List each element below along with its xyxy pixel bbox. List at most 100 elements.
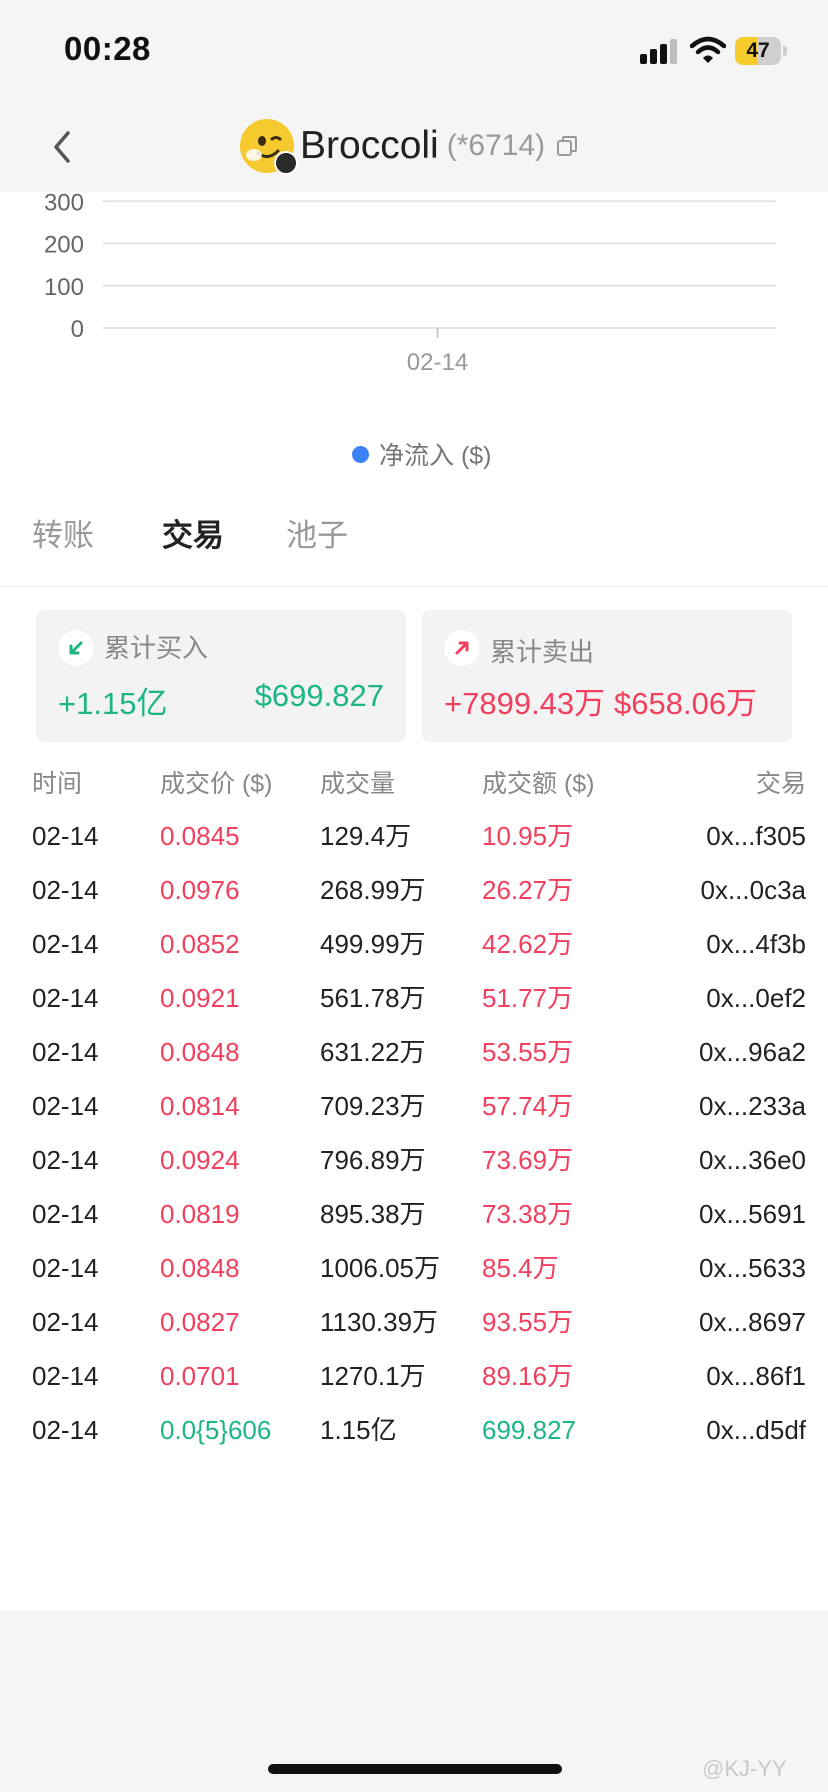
table-row[interactable]: 02-14 0.0976 268.99万 26.27万 0x...0c3a bbox=[0, 870, 828, 932]
net-inflow-chart: 400300200100002-14 bbox=[44, 192, 776, 376]
table-row[interactable]: 02-14 0.0819 895.38万 73.38万 0x...5691 bbox=[0, 1194, 828, 1256]
trade-volume: 268.99万 bbox=[320, 875, 426, 905]
back-icon[interactable] bbox=[40, 122, 84, 172]
trade-amount: 10.95万 bbox=[482, 821, 574, 851]
cumulative-sell-title: 累计卖出 bbox=[490, 637, 595, 667]
trade-price: 0.0845 bbox=[160, 821, 240, 851]
tab-bar: 转账 交易 池子 bbox=[0, 510, 828, 587]
tab-pools[interactable]: 池子 bbox=[286, 510, 348, 555]
y-tick-label: 200 bbox=[44, 232, 84, 259]
watermark: @KJ-YY bbox=[702, 1756, 787, 1781]
trade-price: 0.0814 bbox=[160, 1091, 240, 1121]
cumulative-buy-title: 累计买入 bbox=[104, 633, 209, 663]
cumulative-buy-card: 累计买入 +1.15亿 $699.827 bbox=[36, 610, 406, 742]
tab-trades[interactable]: 交易 bbox=[162, 510, 224, 555]
trade-time: 02-14 bbox=[32, 1091, 99, 1121]
token-avatar bbox=[240, 119, 298, 175]
table-row[interactable]: 02-14 0.0701 1270.1万 89.16万 0x...86f1 bbox=[0, 1356, 828, 1418]
trade-amount: 57.74万 bbox=[482, 1091, 574, 1121]
legend-dot bbox=[352, 445, 369, 463]
y-tick-label: 300 bbox=[44, 192, 84, 216]
trade-tx-link[interactable]: 0x...0ef2 bbox=[706, 978, 806, 1018]
trade-tx-link[interactable]: 0x...8697 bbox=[699, 1302, 806, 1342]
y-tick-label: 100 bbox=[44, 274, 84, 301]
trade-price: 0.0848 bbox=[160, 1253, 240, 1283]
trade-amount: 89.16万 bbox=[482, 1361, 574, 1391]
table-row[interactable]: 02-14 0.0921 561.78万 51.77万 0x...0ef2 bbox=[0, 978, 828, 1040]
tab-transfer[interactable]: 转账 bbox=[32, 510, 94, 555]
home-indicator[interactable] bbox=[268, 1764, 562, 1774]
trade-volume: 499.99万 bbox=[320, 929, 426, 959]
trade-amount: 73.38万 bbox=[482, 1199, 574, 1229]
table-row[interactable]: 02-14 0.0814 709.23万 57.74万 0x...233a bbox=[0, 1086, 828, 1148]
trade-volume: 796.89万 bbox=[320, 1145, 426, 1175]
table-row[interactable]: 02-14 0.0848 1006.05万 85.4万 0x...5633 bbox=[0, 1248, 828, 1310]
table-row[interactable]: 02-14 0.0845 129.4万 10.95万 0x...f305 bbox=[0, 816, 828, 878]
trade-volume: 129.4万 bbox=[320, 821, 412, 851]
trade-volume: 1130.39万 bbox=[320, 1307, 439, 1337]
trade-price: 0.0848 bbox=[160, 1037, 240, 1067]
table-row[interactable]: 02-14 0.0852 499.99万 42.62万 0x...4f3b bbox=[0, 924, 828, 986]
trade-tx-link[interactable]: 0x...36e0 bbox=[699, 1140, 806, 1180]
trade-time: 02-14 bbox=[32, 1253, 99, 1283]
arrow-up-right-icon bbox=[444, 630, 480, 666]
cellular-signal-icon bbox=[640, 39, 677, 64]
trade-tx-link[interactable]: 0x...0c3a bbox=[700, 870, 806, 910]
copy-icon[interactable] bbox=[555, 134, 579, 158]
cumulative-sell-card: 累计卖出 +7899.43万 $658.06万 bbox=[422, 610, 792, 742]
trade-amount: 53.55万 bbox=[482, 1037, 574, 1067]
header-title-group: Broccoli (*6714) bbox=[240, 117, 579, 175]
trade-time: 02-14 bbox=[32, 1307, 99, 1337]
trade-volume: 1.15亿 bbox=[320, 1415, 397, 1445]
trade-time: 02-14 bbox=[32, 929, 99, 959]
table-row[interactable]: 02-14 0.0827 1130.39万 93.55万 0x...8697 bbox=[0, 1302, 828, 1364]
trade-tx-link[interactable]: 0x...96a2 bbox=[699, 1032, 806, 1072]
chain-badge-icon bbox=[274, 151, 298, 175]
trade-time: 02-14 bbox=[32, 1145, 99, 1175]
legend-label: 净流入 ($) bbox=[379, 442, 492, 470]
trade-time: 02-14 bbox=[32, 875, 99, 905]
battery-percent: 47 bbox=[746, 39, 770, 62]
trade-price: 0.0701 bbox=[160, 1361, 240, 1391]
trade-time: 02-14 bbox=[32, 821, 99, 851]
trade-time: 02-14 bbox=[32, 1361, 99, 1391]
content-panel: 400300200100002-14 净流入 ($) 转账 交易 池子 累计买入… bbox=[0, 192, 828, 1610]
table-row[interactable]: 02-14 0.0924 796.89万 73.69万 0x...36e0 bbox=[0, 1140, 828, 1202]
trade-tx-link[interactable]: 0x...d5df bbox=[706, 1410, 806, 1450]
y-tick-label: 0 bbox=[71, 316, 84, 343]
trade-amount: 93.55万 bbox=[482, 1307, 574, 1337]
trade-amount: 699.827 bbox=[482, 1415, 576, 1445]
chart-legend: 净流入 ($) bbox=[352, 436, 492, 472]
trade-amount: 26.27万 bbox=[482, 875, 574, 905]
trade-amount: 85.4万 bbox=[482, 1253, 559, 1283]
nav-header: Broccoli (*6714) bbox=[0, 100, 828, 192]
trade-price: 0.0827 bbox=[160, 1307, 240, 1337]
wifi-icon bbox=[690, 36, 726, 63]
trade-tx-link[interactable]: 0x...86f1 bbox=[706, 1356, 806, 1396]
header-price: 成交价 ($) bbox=[160, 770, 273, 798]
header-amount: 成交额 ($) bbox=[482, 770, 595, 798]
trade-tx-link[interactable]: 0x...f305 bbox=[706, 816, 806, 856]
trade-volume: 561.78万 bbox=[320, 983, 426, 1013]
table-header: 时间 成交价 ($) 成交量 成交额 ($) 交易 bbox=[0, 764, 828, 804]
trade-tx-link[interactable]: 0x...233a bbox=[699, 1086, 806, 1126]
trade-time: 02-14 bbox=[32, 1037, 99, 1067]
trade-volume: 1006.05万 bbox=[320, 1253, 440, 1283]
trade-volume: 709.23万 bbox=[320, 1091, 426, 1121]
cumulative-buy-qty: +1.15亿 bbox=[58, 686, 168, 721]
trade-amount: 42.62万 bbox=[482, 929, 574, 959]
trade-tx-link[interactable]: 0x...5691 bbox=[699, 1194, 806, 1234]
trade-price: 0.0921 bbox=[160, 983, 240, 1013]
status-bar: 00:28 47 bbox=[0, 0, 828, 100]
table-row[interactable]: 02-14 0.0848 631.22万 53.55万 0x...96a2 bbox=[0, 1032, 828, 1094]
battery-icon: 47 bbox=[735, 37, 781, 65]
table-row[interactable]: 02-14 0.0{5}606 1.15亿 699.827 0x...d5df bbox=[0, 1410, 828, 1472]
trade-amount: 51.77万 bbox=[482, 983, 574, 1013]
trade-tx-link[interactable]: 0x...4f3b bbox=[706, 924, 806, 964]
trade-volume: 631.22万 bbox=[320, 1037, 426, 1067]
header-time: 时间 bbox=[32, 770, 83, 798]
trade-tx-link[interactable]: 0x...5633 bbox=[699, 1248, 806, 1288]
trade-amount: 73.69万 bbox=[482, 1145, 574, 1175]
trade-price: 0.0852 bbox=[160, 929, 240, 959]
trade-price: 0.0819 bbox=[160, 1199, 240, 1229]
